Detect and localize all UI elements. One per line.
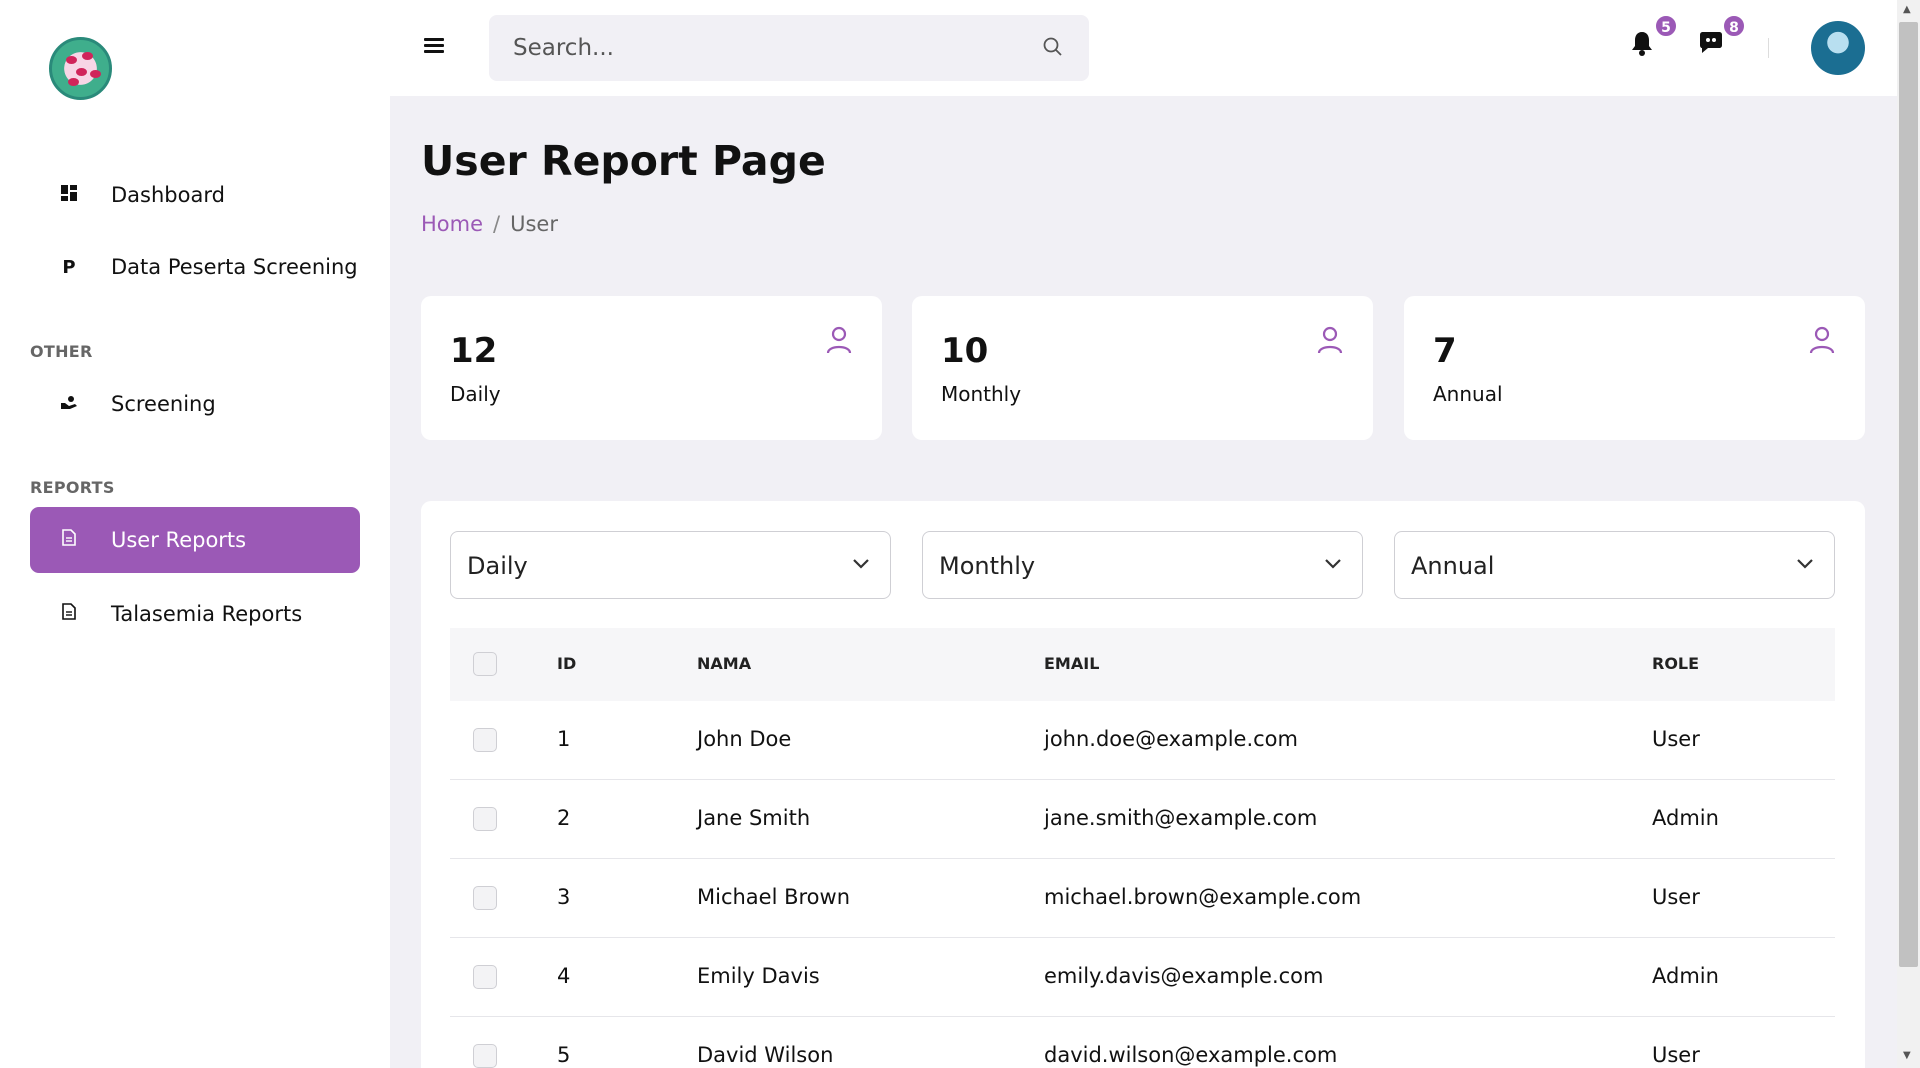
stat-value: 7 (1433, 331, 1457, 371)
stat-card-monthly: 10 Monthly (912, 296, 1373, 440)
row-checkbox[interactable] (473, 886, 497, 910)
search-icon[interactable] (1043, 37, 1063, 57)
hamburger-menu-icon[interactable] (424, 38, 444, 54)
header-email[interactable]: EMAIL (1044, 654, 1099, 673)
cell-name: John Doe (697, 727, 792, 751)
chat-icon (1700, 32, 1722, 53)
row-checkbox[interactable] (473, 1044, 497, 1068)
sidebar-item-data-peserta-screening[interactable]: P Data Peserta Screening (30, 234, 360, 300)
chevron-down-icon (1325, 559, 1341, 569)
cell-name: Jane Smith (697, 806, 811, 830)
cell-name: Emily Davis (697, 964, 820, 988)
cell-role: Admin (1652, 806, 1719, 830)
sidebar-item-label: Screening (111, 392, 216, 416)
sidebar-item-dashboard[interactable]: Dashboard (30, 162, 360, 228)
section-title-other: OTHER (30, 342, 93, 361)
cell-role: User (1652, 727, 1700, 751)
cell-email: jane.smith@example.com (1044, 806, 1318, 830)
sidebar-item-label: User Reports (111, 528, 247, 552)
cell-email: michael.brown@example.com (1044, 885, 1362, 909)
sidebar-item-label: Dashboard (111, 183, 225, 207)
cell-name: David Wilson (697, 1043, 834, 1067)
cell-name: Michael Brown (697, 885, 851, 909)
table-row[interactable]: 2 Jane Smith jane.smith@example.com Admi… (450, 780, 1835, 859)
daily-select[interactable]: Daily (450, 531, 891, 599)
scroll-down-arrow-icon[interactable]: ▼ (1903, 1050, 1911, 1061)
user-icon (1317, 326, 1343, 354)
app-logo[interactable] (49, 37, 112, 100)
cell-id: 5 (557, 1043, 571, 1067)
stat-value: 12 (450, 331, 498, 371)
grid-icon (54, 184, 84, 206)
scroll-up-arrow-icon[interactable]: ▲ (1903, 4, 1911, 15)
breadcrumb-home-link[interactable]: Home (421, 212, 483, 236)
p-icon: P (62, 256, 76, 278)
breadcrumb: Home / User (421, 212, 558, 236)
sidebar-item-label: Data Peserta Screening (111, 255, 358, 279)
section-title-reports: REPORTS (30, 478, 115, 497)
select-value: Monthly (939, 552, 1036, 580)
cell-email: david.wilson@example.com (1044, 1043, 1338, 1067)
notifications-badge: 5 (1654, 14, 1678, 38)
table-row[interactable]: 3 Michael Brown michael.brown@example.co… (450, 859, 1835, 938)
messages-button[interactable]: 8 (1698, 14, 1746, 60)
sidebar-item-screening[interactable]: Screening (30, 371, 360, 437)
stat-label: Daily (450, 382, 501, 406)
monthly-select[interactable]: Monthly (922, 531, 1363, 599)
search-input[interactable] (489, 15, 1029, 81)
notifications-button[interactable]: 5 (1630, 14, 1678, 60)
scrollbar-thumb[interactable] (1899, 22, 1918, 967)
stat-label: Annual (1433, 382, 1503, 406)
sidebar-item-talasemia-reports[interactable]: Talasemia Reports (30, 581, 360, 647)
user-icon (826, 326, 852, 354)
table-row[interactable]: 1 John Doe john.doe@example.com User (450, 701, 1835, 780)
header-divider (1768, 38, 1769, 58)
document-icon (54, 603, 84, 625)
header-id[interactable]: ID (557, 654, 576, 673)
cell-role: User (1652, 1043, 1700, 1067)
user-avatar[interactable] (1811, 21, 1865, 75)
header-role[interactable]: ROLE (1652, 654, 1699, 673)
messages-badge: 8 (1722, 14, 1746, 38)
table-row[interactable]: 4 Emily Davis emily.davis@example.com Ad… (450, 938, 1835, 1017)
select-value: Annual (1411, 552, 1495, 580)
sidebar-item-user-reports[interactable]: User Reports (30, 507, 360, 573)
breadcrumb-current: User (510, 212, 558, 236)
hand-icon (54, 394, 84, 415)
breadcrumb-separator: / (493, 212, 501, 236)
row-checkbox[interactable] (473, 965, 497, 989)
users-table: ID NAMA EMAIL ROLE 1 John Doe john.doe@e… (450, 628, 1835, 1068)
row-checkbox[interactable] (473, 807, 497, 831)
cell-id: 4 (557, 964, 571, 988)
sidebar-item-label: Talasemia Reports (111, 602, 303, 626)
stat-card-daily: 12 Daily (421, 296, 882, 440)
cell-email: emily.davis@example.com (1044, 964, 1324, 988)
search-bar (489, 15, 1089, 81)
stat-label: Monthly (941, 382, 1022, 406)
user-icon (1809, 326, 1835, 354)
annual-select[interactable]: Annual (1394, 531, 1835, 599)
sidebar: Dashboard P Data Peserta Screening OTHER… (0, 0, 390, 1068)
cell-id: 2 (557, 806, 571, 830)
report-panel: Daily Monthly Annual ID NAMA EMAIL ROLE … (421, 501, 1865, 1068)
cell-id: 1 (557, 727, 571, 751)
row-checkbox[interactable] (473, 728, 497, 752)
table-row[interactable]: 5 David Wilson david.wilson@example.com … (450, 1017, 1835, 1068)
bell-icon (1632, 32, 1652, 56)
select-all-checkbox[interactable] (473, 652, 497, 676)
cell-role: Admin (1652, 964, 1719, 988)
cell-email: john.doe@example.com (1044, 727, 1298, 751)
chevron-down-icon (1797, 559, 1813, 569)
top-header: 5 8 (390, 0, 1897, 96)
chevron-down-icon (853, 559, 869, 569)
document-icon (54, 529, 84, 551)
cell-role: User (1652, 885, 1700, 909)
select-value: Daily (467, 552, 528, 580)
page-title: User Report Page (421, 137, 826, 185)
header-name[interactable]: NAMA (697, 654, 751, 673)
stat-value: 10 (941, 331, 989, 371)
cell-id: 3 (557, 885, 571, 909)
table-header: ID NAMA EMAIL ROLE (450, 628, 1835, 701)
stat-card-annual: 7 Annual (1404, 296, 1865, 440)
